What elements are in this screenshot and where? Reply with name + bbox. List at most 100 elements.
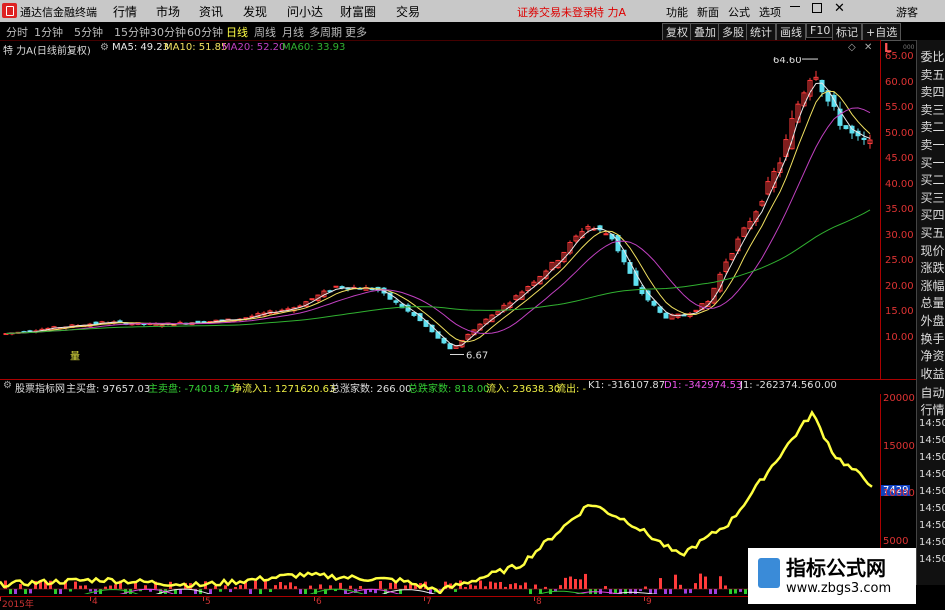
price-tick: 65.00 — [885, 51, 914, 62]
panel-close-icon[interactable]: ✕ — [864, 42, 872, 53]
tab-60min[interactable]: 60分钟 — [187, 24, 223, 40]
flow-bar — [349, 585, 352, 589]
candle — [663, 312, 669, 319]
side-tab[interactable]: 卖三 — [919, 101, 945, 118]
menu-item-trade[interactable]: 交易 — [396, 3, 420, 20]
side-tab[interactable]: 委比 — [919, 48, 945, 65]
date-tick-mark — [644, 597, 645, 601]
menu-options[interactable]: 选项 — [759, 4, 781, 20]
side-time-label[interactable]: 14:50 — [919, 469, 945, 480]
maximize-icon[interactable] — [812, 3, 822, 13]
side-time-label[interactable]: 14:50 — [919, 418, 945, 429]
ma-info-bar: 特 力A(日线前复权) ⚙ MA5: 49.23 MA10: 51.85 MA2… — [0, 42, 890, 57]
side-time-label[interactable]: 14:50 — [919, 520, 945, 531]
date-tick: 7 — [426, 597, 432, 607]
side-tab[interactable]: 总量 — [919, 294, 945, 311]
side-tab[interactable]: 净资 — [919, 347, 945, 364]
side-tab[interactable]: 买四 — [919, 206, 945, 223]
tab-monthly[interactable]: 月线 — [282, 24, 304, 40]
menu-function[interactable]: 功能 — [666, 4, 688, 20]
login-status: 证券交易未登录 — [517, 6, 594, 19]
tab-5min[interactable]: 5分钟 — [74, 24, 103, 40]
flow-bar — [229, 589, 232, 593]
flow-bar — [54, 589, 57, 594]
flow-bar — [464, 586, 467, 589]
side-time-label[interactable]: 14:50 — [919, 435, 945, 446]
statistics-button[interactable]: 统计 — [746, 23, 776, 41]
k1-label: K1: -316107.87 — [588, 380, 666, 391]
minimize-icon[interactable] — [790, 6, 800, 7]
side-tab[interactable]: 涨跌 — [919, 259, 945, 276]
side-tab[interactable]: 收益 — [919, 365, 945, 382]
tab-weekly[interactable]: 周线 — [254, 24, 276, 40]
flow-bar — [734, 589, 737, 594]
date-tick: 8 — [536, 597, 542, 607]
menu-formula[interactable]: 公式 — [728, 4, 750, 20]
tab-1min[interactable]: 1分钟 — [34, 24, 63, 40]
adjust-button[interactable]: 复权 — [662, 23, 692, 41]
flow-bar — [284, 585, 287, 589]
side-tab[interactable]: 外盘 — [919, 312, 945, 329]
flow-bar — [24, 589, 27, 594]
side-tab[interactable]: 卖一 — [919, 136, 945, 153]
flow-bar — [664, 589, 667, 594]
flow-bar — [109, 585, 112, 589]
side-time-label[interactable]: 14:50 — [919, 452, 945, 463]
side-tab[interactable]: 换手 — [919, 330, 945, 347]
expand-icon[interactable]: ◇ — [848, 42, 856, 53]
tab-daily[interactable]: 日线 — [226, 24, 248, 40]
close-icon[interactable]: ✕ — [834, 1, 845, 16]
menu-item-wealth[interactable]: 财富圈 — [340, 3, 376, 20]
side-tab[interactable]: 卖五 — [919, 66, 945, 83]
side-tab[interactable]: 卖二 — [919, 118, 945, 135]
menu-item-xiaoda[interactable]: 问小达 — [287, 3, 323, 20]
tab-intraday[interactable]: 分时 — [6, 24, 28, 40]
side-tab[interactable]: 现价 — [919, 242, 945, 259]
price-tick: 25.00 — [885, 255, 914, 266]
side-tab[interactable]: 买五 — [919, 224, 945, 241]
flow-bar — [489, 581, 492, 589]
side-time-label[interactable]: 14:50 — [919, 503, 945, 514]
candle — [393, 300, 399, 303]
side-time-label[interactable]: 14:50 — [919, 537, 945, 548]
indicator-tick: 5000 — [883, 535, 909, 547]
inflow-label: 流入: 23638.30 — [486, 384, 561, 395]
tab-more[interactable]: 更多 — [345, 24, 367, 40]
guest-label[interactable]: 游客 — [896, 4, 918, 20]
multi-stock-button[interactable]: 多股 — [718, 23, 748, 41]
add-favorite-button[interactable]: +自选 — [862, 23, 902, 41]
overlay-button[interactable]: 叠加 — [690, 23, 720, 41]
watermark-title: 指标公式网 — [786, 556, 886, 580]
draw-line-button[interactable]: 画线 — [776, 23, 806, 41]
side-tab[interactable]: 涨幅 — [919, 277, 945, 294]
side-tab[interactable]: 卖四 — [919, 83, 945, 100]
mark-button[interactable]: 标记 — [832, 23, 862, 41]
tab-30min[interactable]: 30分钟 — [150, 24, 186, 40]
f10-button[interactable]: F10 — [806, 23, 835, 38]
menu-new-page[interactable]: 新面 — [697, 4, 719, 20]
side-time-label[interactable]: 14:50 — [919, 554, 945, 565]
d1-label: D1: -342974.53 — [664, 380, 743, 391]
flow-bar — [114, 584, 117, 589]
menu-item-quotes[interactable]: 行情 — [113, 3, 137, 20]
candlestick-chart[interactable]: 64.60 6.67 量 — [0, 57, 880, 377]
side-time-label[interactable]: 行情 — [919, 401, 945, 418]
flow-bar — [529, 589, 532, 594]
indicator-settings-icon[interactable]: ⚙ — [3, 380, 12, 391]
menu-item-market[interactable]: 市场 — [156, 3, 180, 20]
settings-icon[interactable]: ⚙ — [100, 42, 109, 53]
tab-multi-period[interactable]: 多周期 — [309, 24, 342, 40]
tab-15min[interactable]: 15分钟 — [114, 24, 150, 40]
flow-bar — [239, 585, 242, 589]
flow-bar — [389, 582, 392, 589]
flow-bar — [704, 576, 707, 589]
side-tab[interactable]: 买二 — [919, 171, 945, 188]
menu-item-news[interactable]: 资讯 — [199, 3, 223, 20]
flow-bar — [379, 581, 382, 589]
side-tab[interactable]: 买三 — [919, 189, 945, 206]
flow-bar — [214, 585, 217, 589]
side-time-label[interactable]: 14:50 — [919, 486, 945, 497]
menu-item-discover[interactable]: 发现 — [243, 3, 267, 20]
side-time-label[interactable]: 自动 — [919, 384, 945, 401]
side-tab[interactable]: 买一 — [919, 154, 945, 171]
